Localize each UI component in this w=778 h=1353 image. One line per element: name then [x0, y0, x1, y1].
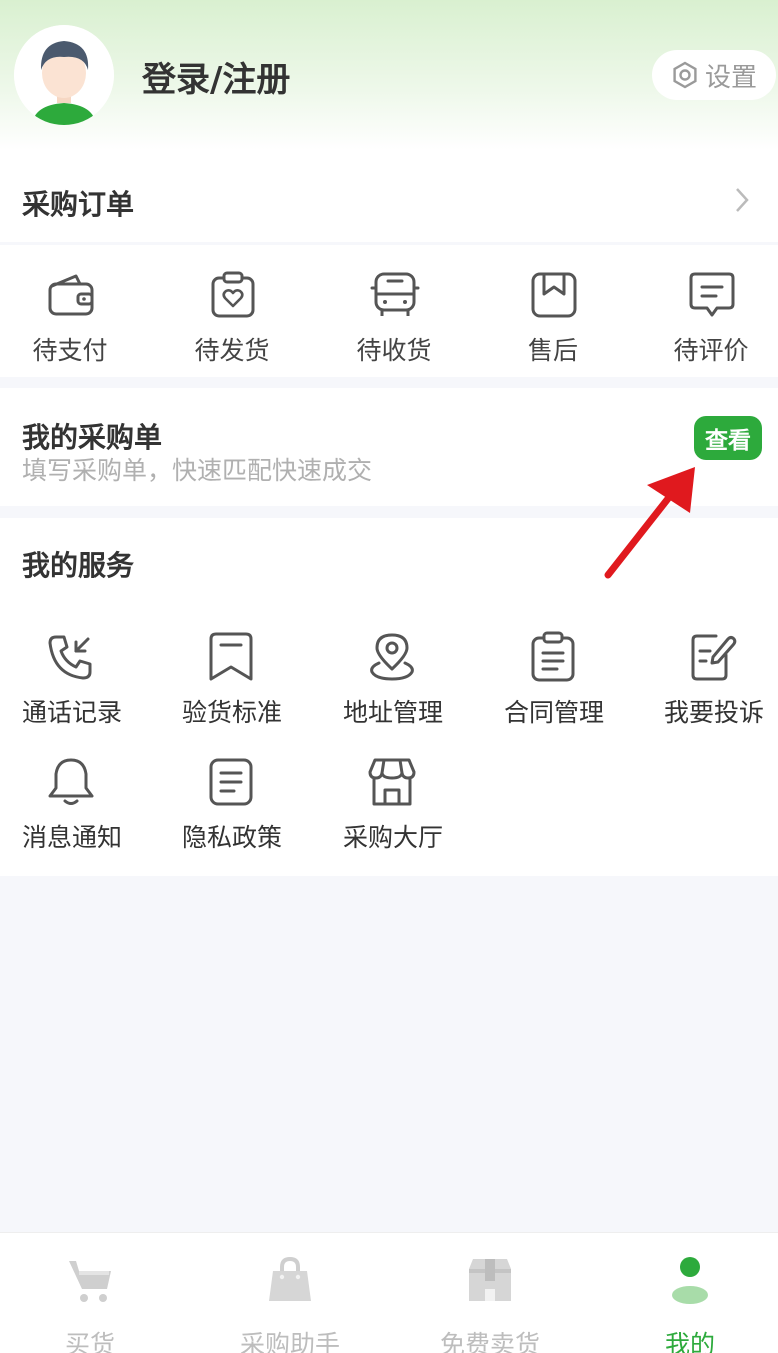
service-contract-management-label: 合同管理 — [504, 698, 605, 727]
order-pending-receipt-label: 待收货 — [356, 336, 432, 365]
avatar-icon — [14, 25, 114, 125]
service-contract-management[interactable]: 合同管理 — [504, 631, 634, 741]
store-icon — [368, 758, 416, 806]
order-pending-shipment[interactable]: 待发货 — [167, 245, 297, 377]
bookmark-box-icon — [531, 272, 577, 318]
orders-title: 采购订单 — [22, 188, 135, 221]
phone-icon — [48, 635, 92, 680]
service-purchase-hall-label: 采购大厅 — [343, 823, 444, 852]
tab-buy[interactable]: 买货 — [0, 1233, 187, 1353]
service-privacy-policy-label: 隐私政策 — [182, 823, 283, 852]
order-status-row: 待支付 待发货 待收货 售后 待评价 — [0, 245, 778, 377]
order-pending-review-label: 待评价 — [673, 336, 749, 365]
tab-free-selling-label: 免费卖货 — [439, 1330, 540, 1353]
order-pending-shipment-label: 待发货 — [194, 336, 270, 365]
tab-free-selling[interactable]: 免费卖货 — [393, 1233, 587, 1353]
cart-icon — [69, 1261, 111, 1302]
my-purchase-list-title: 我的采购单 — [22, 421, 163, 454]
service-call-records-label: 通话记录 — [22, 698, 123, 727]
tab-mine-label: 我的 — [664, 1330, 715, 1353]
ribbon-icon — [209, 632, 253, 681]
my-purchase-list-subtitle: 填写采购单，快速匹配快速成交 — [22, 456, 373, 485]
order-pending-review[interactable]: 待评价 — [646, 245, 776, 377]
service-inspection-standard-label: 验货标准 — [182, 698, 283, 727]
order-after-sales[interactable]: 售后 — [488, 245, 618, 377]
order-after-sales-label: 售后 — [527, 336, 578, 365]
edit-icon — [691, 634, 737, 681]
package-icon — [469, 1259, 511, 1301]
chevron-right-icon[interactable] — [734, 186, 750, 214]
bell-icon — [48, 758, 94, 805]
services-title: 我的服务 — [22, 549, 135, 582]
person-icon — [672, 1257, 708, 1304]
bag-icon — [269, 1256, 311, 1301]
order-pending-payment[interactable]: 待支付 — [5, 245, 135, 377]
tab-purchase-assistant-label: 采购助手 — [239, 1330, 340, 1353]
service-call-records[interactable]: 通话记录 — [22, 631, 152, 741]
service-notifications[interactable]: 消息通知 — [22, 756, 152, 866]
service-address-management[interactable]: 地址管理 — [343, 631, 473, 741]
service-privacy-policy[interactable]: 隐私政策 — [182, 756, 312, 866]
service-complaint[interactable]: 我要投诉 — [664, 631, 778, 741]
service-notifications-label: 消息通知 — [22, 823, 123, 852]
orders-header[interactable]: 采购订单 — [0, 150, 778, 242]
annotation-arrow — [604, 467, 695, 579]
avatar[interactable] — [14, 25, 114, 125]
tab-buy-label: 买货 — [64, 1330, 115, 1353]
login-register-link[interactable]: 登录/注册 — [142, 52, 290, 101]
settings-label: 设置 — [704, 62, 757, 93]
wallet-icon — [48, 274, 94, 316]
document-icon — [209, 758, 253, 806]
clipboard-list-icon — [531, 631, 575, 682]
order-pending-payment-label: 待支付 — [32, 336, 108, 365]
service-address-management-label: 地址管理 — [343, 698, 444, 727]
location-icon — [370, 633, 414, 681]
settings-button[interactable]: 设置 — [652, 50, 776, 100]
tab-mine[interactable]: 我的 — [593, 1233, 778, 1353]
service-purchase-hall[interactable]: 采购大厅 — [343, 756, 473, 866]
order-pending-receipt[interactable]: 待收货 — [329, 245, 459, 377]
profile-header: 登录/注册 设置 — [0, 0, 778, 150]
service-complaint-label: 我要投诉 — [664, 698, 765, 727]
truck-icon — [370, 272, 420, 316]
service-inspection-standard[interactable]: 验货标准 — [182, 631, 312, 741]
view-purchase-list-button[interactable]: 查看 — [694, 416, 762, 460]
bottom-tab-bar: 买货 采购助手 免费卖货 我的 — [0, 1232, 778, 1353]
gear-icon — [673, 61, 697, 89]
clipboard-heart-icon — [211, 271, 255, 318]
comment-icon — [689, 272, 735, 317]
tab-purchase-assistant[interactable]: 采购助手 — [193, 1233, 387, 1353]
